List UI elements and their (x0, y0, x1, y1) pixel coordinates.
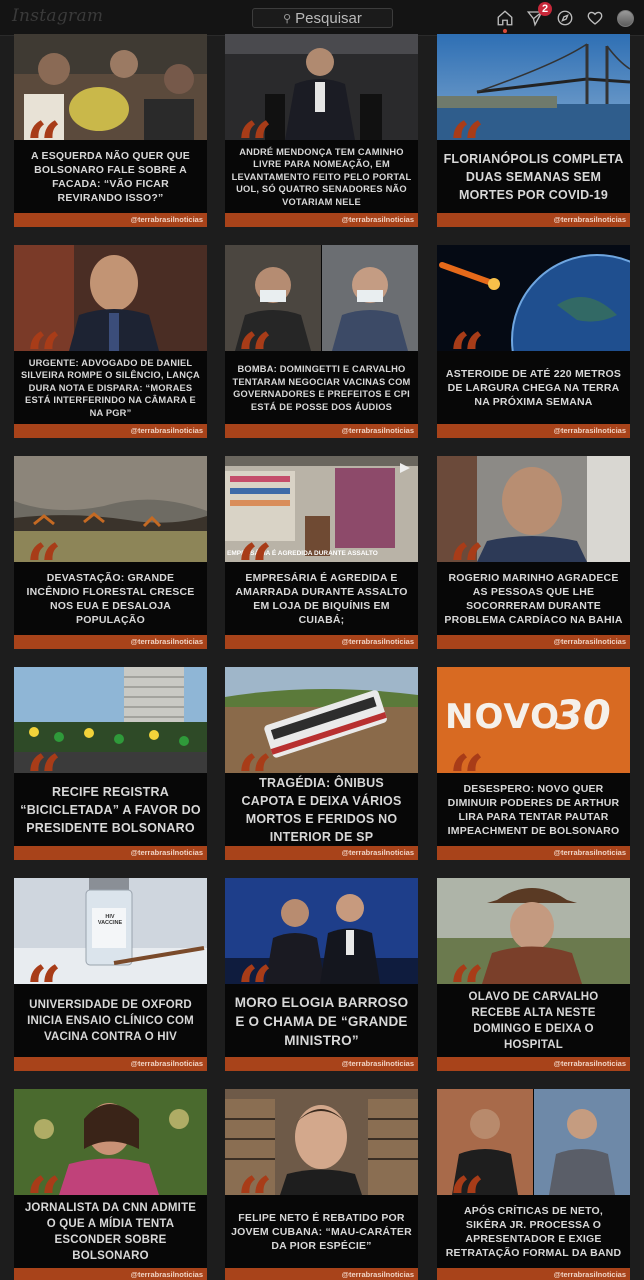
home-icon[interactable] (494, 7, 516, 33)
post-handle: @terrabrasilnoticias (437, 213, 630, 227)
post-title: DESESPERO: NOVO QUER DIMINUIR PODERES DE… (447, 783, 620, 837)
post-tile[interactable]: “ FELIPE NETO É REBATIDO POR JOVEM CUBAN… (225, 1089, 418, 1280)
post-title: ROGERIO MARINHO AGRADECE AS PESSOAS QUE … (444, 572, 623, 626)
post-title: BOMBA: DOMINGETTI E CARVALHO TENTARAM NE… (232, 364, 411, 412)
post-handle: @terrabrasilnoticias (225, 635, 418, 649)
post-handle: @terrabrasilnoticias (14, 1057, 207, 1071)
post-tile[interactable]: “ APÓS CRÍTICAS DE NETO, SIKÊRA JR. PROC… (437, 1089, 630, 1280)
post-tile[interactable]: “ BOMBA: DOMINGETTI E CARVALHO TENTARAM … (225, 245, 418, 438)
post-title: A ESQUERDA NÃO QUER QUE BOLSONARO FALE S… (30, 150, 190, 204)
direct-icon[interactable]: 2 (524, 2, 552, 29)
post-tile[interactable]: “ ROGERIO MARINHO AGRADECE AS PESSOAS QU… (437, 456, 630, 649)
post-handle: @terrabrasilnoticias (14, 1268, 207, 1280)
nav-icons: 2 (494, 2, 636, 33)
novo-logo-number: 30 (555, 693, 611, 739)
post-tile[interactable]: “ DEVASTAÇÃO: GRANDE INCÊNDIO FLORESTAL … (14, 456, 207, 649)
post-title: JORNALISTA DA CNN ADMITE O QUE A MÍDIA T… (24, 1202, 197, 1262)
post-handle: @terrabrasilnoticias (437, 635, 630, 649)
post-title: ASTEROIDE DE ATÉ 220 METROS DE LARGURA C… (445, 368, 622, 408)
post-tile[interactable]: HIV VACCINE “ UNIVERSIDADE DE OXFORD INI… (14, 878, 207, 1071)
post-tile[interactable]: NOVO 30 “ DESESPERO: NOVO QUER DIMINUIR … (437, 667, 630, 860)
post-handle: @terrabrasilnoticias (437, 424, 630, 438)
post-tile[interactable]: “ MORO ELOGIA BARROSO E O CHAMA DE “GRAN… (225, 878, 418, 1071)
notification-badge: 2 (538, 2, 552, 16)
post-title: DEVASTAÇÃO: GRANDE INCÊNDIO FLORESTAL CR… (26, 572, 195, 626)
post-title: MORO ELOGIA BARROSO E O CHAMA DE “GRANDE… (234, 994, 409, 1048)
avatar (616, 9, 634, 27)
post-title: TRAGÉDIA: ÔNIBUS CAPOTA E DEIXA VÁRIOS M… (241, 776, 402, 844)
active-indicator (503, 29, 507, 33)
instagram-logo[interactable]: Instagram (12, 6, 103, 26)
post-title: FELIPE NETO É REBATIDO POR JOVEM CUBANA:… (231, 1212, 412, 1252)
post-tile[interactable]: “ URGENTE: ADVOGADO DE DANIEL SILVEIRA R… (14, 245, 207, 438)
explore-icon[interactable] (554, 7, 576, 29)
post-title: ANDRÉ MENDONÇA TEM CAMINHO LIVRE PARA NO… (231, 146, 412, 207)
search-icon: ⚲ (283, 12, 292, 25)
post-handle: @terrabrasilnoticias (225, 846, 418, 860)
post-title: FLORIANÓPOLIS COMPLETA DUAS SEMANAS SEM … (443, 152, 624, 202)
post-handle: @terrabrasilnoticias (14, 846, 207, 860)
post-tile[interactable]: “ RECIFE REGISTRA “BICICLETADA” A FAVOR … (14, 667, 207, 860)
post-tile[interactable]: “ ASTEROIDE DE ATÉ 220 METROS DE LARGURA… (437, 245, 630, 438)
post-tile[interactable]: “ JORNALISTA DA CNN ADMITE O QUE A MÍDIA… (14, 1089, 207, 1280)
post-handle: @terrabrasilnoticias (14, 635, 207, 649)
post-tile[interactable]: “ FLORIANÓPOLIS COMPLETA DUAS SEMANAS SE… (437, 34, 630, 227)
post-handle: @terrabrasilnoticias (225, 424, 418, 438)
heart-icon[interactable] (584, 7, 606, 29)
post-tile[interactable]: “ TRAGÉDIA: ÔNIBUS CAPOTA E DEIXA VÁRIOS… (225, 667, 418, 860)
post-handle: @terrabrasilnoticias (14, 213, 207, 227)
post-title: UNIVERSIDADE DE OXFORD INICIA ENSAIO CLÍ… (27, 999, 194, 1043)
post-handle: @terrabrasilnoticias (437, 1057, 630, 1071)
post-tile[interactable]: “ A ESQUERDA NÃO QUER QUE BOLSONARO FALE… (14, 34, 207, 227)
vial-label: HIV VACCINE (97, 914, 123, 926)
post-tile[interactable]: EMPRESÁRIA É AGREDIDA DURANTE ASSALTO “ … (225, 456, 418, 649)
post-handle: @terrabrasilnoticias (437, 846, 630, 860)
post-title: URGENTE: ADVOGADO DE DANIEL SILVEIRA ROM… (21, 357, 200, 418)
post-title: OLAVO DE CARVALHO RECEBE ALTA NESTE DOMI… (468, 991, 599, 1051)
post-handle: @terrabrasilnoticias (225, 1268, 418, 1280)
novo-logo-text: NOVO (445, 697, 561, 737)
search-placeholder: Pesquisar (295, 9, 362, 27)
post-handle: @terrabrasilnoticias (225, 213, 418, 227)
post-title: RECIFE REGISTRA “BICICLETADA” A FAVOR DO… (20, 785, 201, 835)
top-nav-bar: Instagram ⚲ Pesquisar 2 (0, 0, 644, 36)
post-handle: @terrabrasilnoticias (14, 424, 207, 438)
post-title: EMPRESÁRIA É AGREDIDA E AMARRADA DURANTE… (235, 572, 408, 626)
post-tile[interactable]: “ OLAVO DE CARVALHO RECEBE ALTA NESTE DO… (437, 878, 630, 1071)
profile-avatar[interactable] (614, 7, 636, 29)
post-handle: @terrabrasilnoticias (225, 1057, 418, 1071)
post-handle: @terrabrasilnoticias (437, 1268, 630, 1280)
search-input[interactable]: ⚲ Pesquisar (252, 8, 393, 28)
post-title: APÓS CRÍTICAS DE NETO, SIKÊRA JR. PROCES… (445, 1205, 622, 1259)
post-tile[interactable]: “ ANDRÉ MENDONÇA TEM CAMINHO LIVRE PARA … (225, 34, 418, 227)
